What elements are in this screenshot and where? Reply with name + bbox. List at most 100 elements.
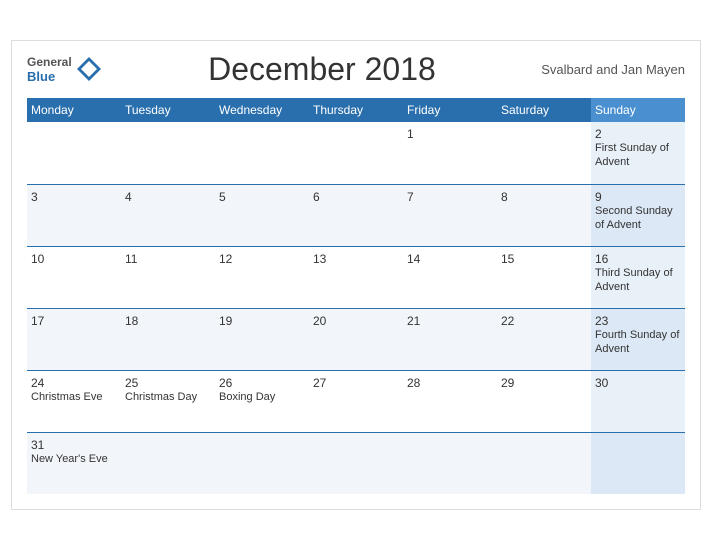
calendar-cell: 5: [215, 184, 309, 246]
calendar-cell: [309, 122, 403, 184]
day-event: Third Sunday of Advent: [595, 266, 681, 295]
calendar-cell: 31New Year's Eve: [27, 432, 121, 494]
calendar-cell: 6: [309, 184, 403, 246]
day-number: 7: [407, 190, 493, 204]
day-number: 15: [501, 252, 587, 266]
calendar-container: General Blue December 2018 Svalbard and …: [11, 40, 701, 510]
calendar-cell: 22: [497, 308, 591, 370]
day-event: First Sunday of Advent: [595, 141, 681, 170]
region-label: Svalbard and Jan Mayen: [541, 62, 685, 77]
calendar-cell: [497, 432, 591, 494]
calendar-cell: 23Fourth Sunday of Advent: [591, 308, 685, 370]
day-number: 1: [407, 127, 493, 141]
calendar-cell: 21: [403, 308, 497, 370]
logo: General Blue: [27, 55, 103, 85]
day-number: 12: [219, 252, 305, 266]
calendar-cell: 13: [309, 246, 403, 308]
day-number: 21: [407, 314, 493, 328]
calendar-cell: 7: [403, 184, 497, 246]
header-sunday: Sunday: [591, 98, 685, 122]
day-event: New Year's Eve: [31, 452, 117, 466]
month-title: December 2018: [103, 51, 541, 88]
day-number: 25: [125, 376, 211, 390]
calendar-cell: [403, 432, 497, 494]
day-number: 31: [31, 438, 117, 452]
day-number: 30: [595, 376, 681, 390]
calendar-cell: [121, 122, 215, 184]
day-number: 11: [125, 252, 211, 266]
day-number: 22: [501, 314, 587, 328]
calendar-week-row: 24Christmas Eve25Christmas Day26Boxing D…: [27, 370, 685, 432]
calendar-cell: 11: [121, 246, 215, 308]
day-number: 9: [595, 190, 681, 204]
calendar-week-row: 17 18 19 20 21 22 23Fourth Sunday of Advent: [27, 308, 685, 370]
day-event: Second Sunday of Advent: [595, 204, 681, 233]
calendar-cell: 15: [497, 246, 591, 308]
logo-icon: [75, 55, 103, 83]
calendar-cell: 10: [27, 246, 121, 308]
calendar-cell: 14: [403, 246, 497, 308]
calendar-cell: 9Second Sunday of Advent: [591, 184, 685, 246]
calendar-cell: [27, 122, 121, 184]
calendar-cell: 30: [591, 370, 685, 432]
day-number: 10: [31, 252, 117, 266]
calendar-cell: 26Boxing Day: [215, 370, 309, 432]
calendar-cell: 27: [309, 370, 403, 432]
calendar-cell: 18: [121, 308, 215, 370]
calendar-table: Monday Tuesday Wednesday Thursday Friday…: [27, 98, 685, 494]
day-number: 6: [313, 190, 399, 204]
day-number: 28: [407, 376, 493, 390]
calendar-cell: [309, 432, 403, 494]
calendar-cell: 8: [497, 184, 591, 246]
day-number: 23: [595, 314, 681, 328]
calendar-cell: 28: [403, 370, 497, 432]
calendar-cell: 17: [27, 308, 121, 370]
day-number: 14: [407, 252, 493, 266]
day-number: 26: [219, 376, 305, 390]
calendar-cell: [591, 432, 685, 494]
calendar-week-row: 1 2First Sunday of Advent: [27, 122, 685, 184]
calendar-cell: 12: [215, 246, 309, 308]
day-number: 24: [31, 376, 117, 390]
logo-blue: Blue: [27, 69, 72, 85]
calendar-week-row: 10 11 12 13 14 15 16Third Sunday of Advent: [27, 246, 685, 308]
day-number: 3: [31, 190, 117, 204]
day-number: 5: [219, 190, 305, 204]
day-event: Christmas Eve: [31, 390, 117, 404]
calendar-header: General Blue December 2018 Svalbard and …: [27, 51, 685, 88]
calendar-week-row: 31New Year's Eve: [27, 432, 685, 494]
calendar-week-row: 3456789Second Sunday of Advent: [27, 184, 685, 246]
logo-general: General: [27, 55, 72, 69]
day-event: Christmas Day: [125, 390, 211, 404]
header-wednesday: Wednesday: [215, 98, 309, 122]
day-number: 2: [595, 127, 681, 141]
day-event: Boxing Day: [219, 390, 305, 404]
calendar-cell: 4: [121, 184, 215, 246]
header-friday: Friday: [403, 98, 497, 122]
day-number: 20: [313, 314, 399, 328]
calendar-cell: 25Christmas Day: [121, 370, 215, 432]
day-event: Fourth Sunday of Advent: [595, 328, 681, 357]
calendar-cell: 20: [309, 308, 403, 370]
calendar-cell: [215, 432, 309, 494]
day-number: 29: [501, 376, 587, 390]
header-saturday: Saturday: [497, 98, 591, 122]
day-number: 8: [501, 190, 587, 204]
day-number: 17: [31, 314, 117, 328]
calendar-cell: 16Third Sunday of Advent: [591, 246, 685, 308]
calendar-cell: [497, 122, 591, 184]
header-tuesday: Tuesday: [121, 98, 215, 122]
day-number: 18: [125, 314, 211, 328]
day-number: 19: [219, 314, 305, 328]
calendar-cell: 29: [497, 370, 591, 432]
day-number: 4: [125, 190, 211, 204]
calendar-cell: 1: [403, 122, 497, 184]
day-number: 27: [313, 376, 399, 390]
header-thursday: Thursday: [309, 98, 403, 122]
day-number: 16: [595, 252, 681, 266]
calendar-cell: 24Christmas Eve: [27, 370, 121, 432]
calendar-cell: 2First Sunday of Advent: [591, 122, 685, 184]
header-monday: Monday: [27, 98, 121, 122]
calendar-cell: [121, 432, 215, 494]
day-number: 13: [313, 252, 399, 266]
